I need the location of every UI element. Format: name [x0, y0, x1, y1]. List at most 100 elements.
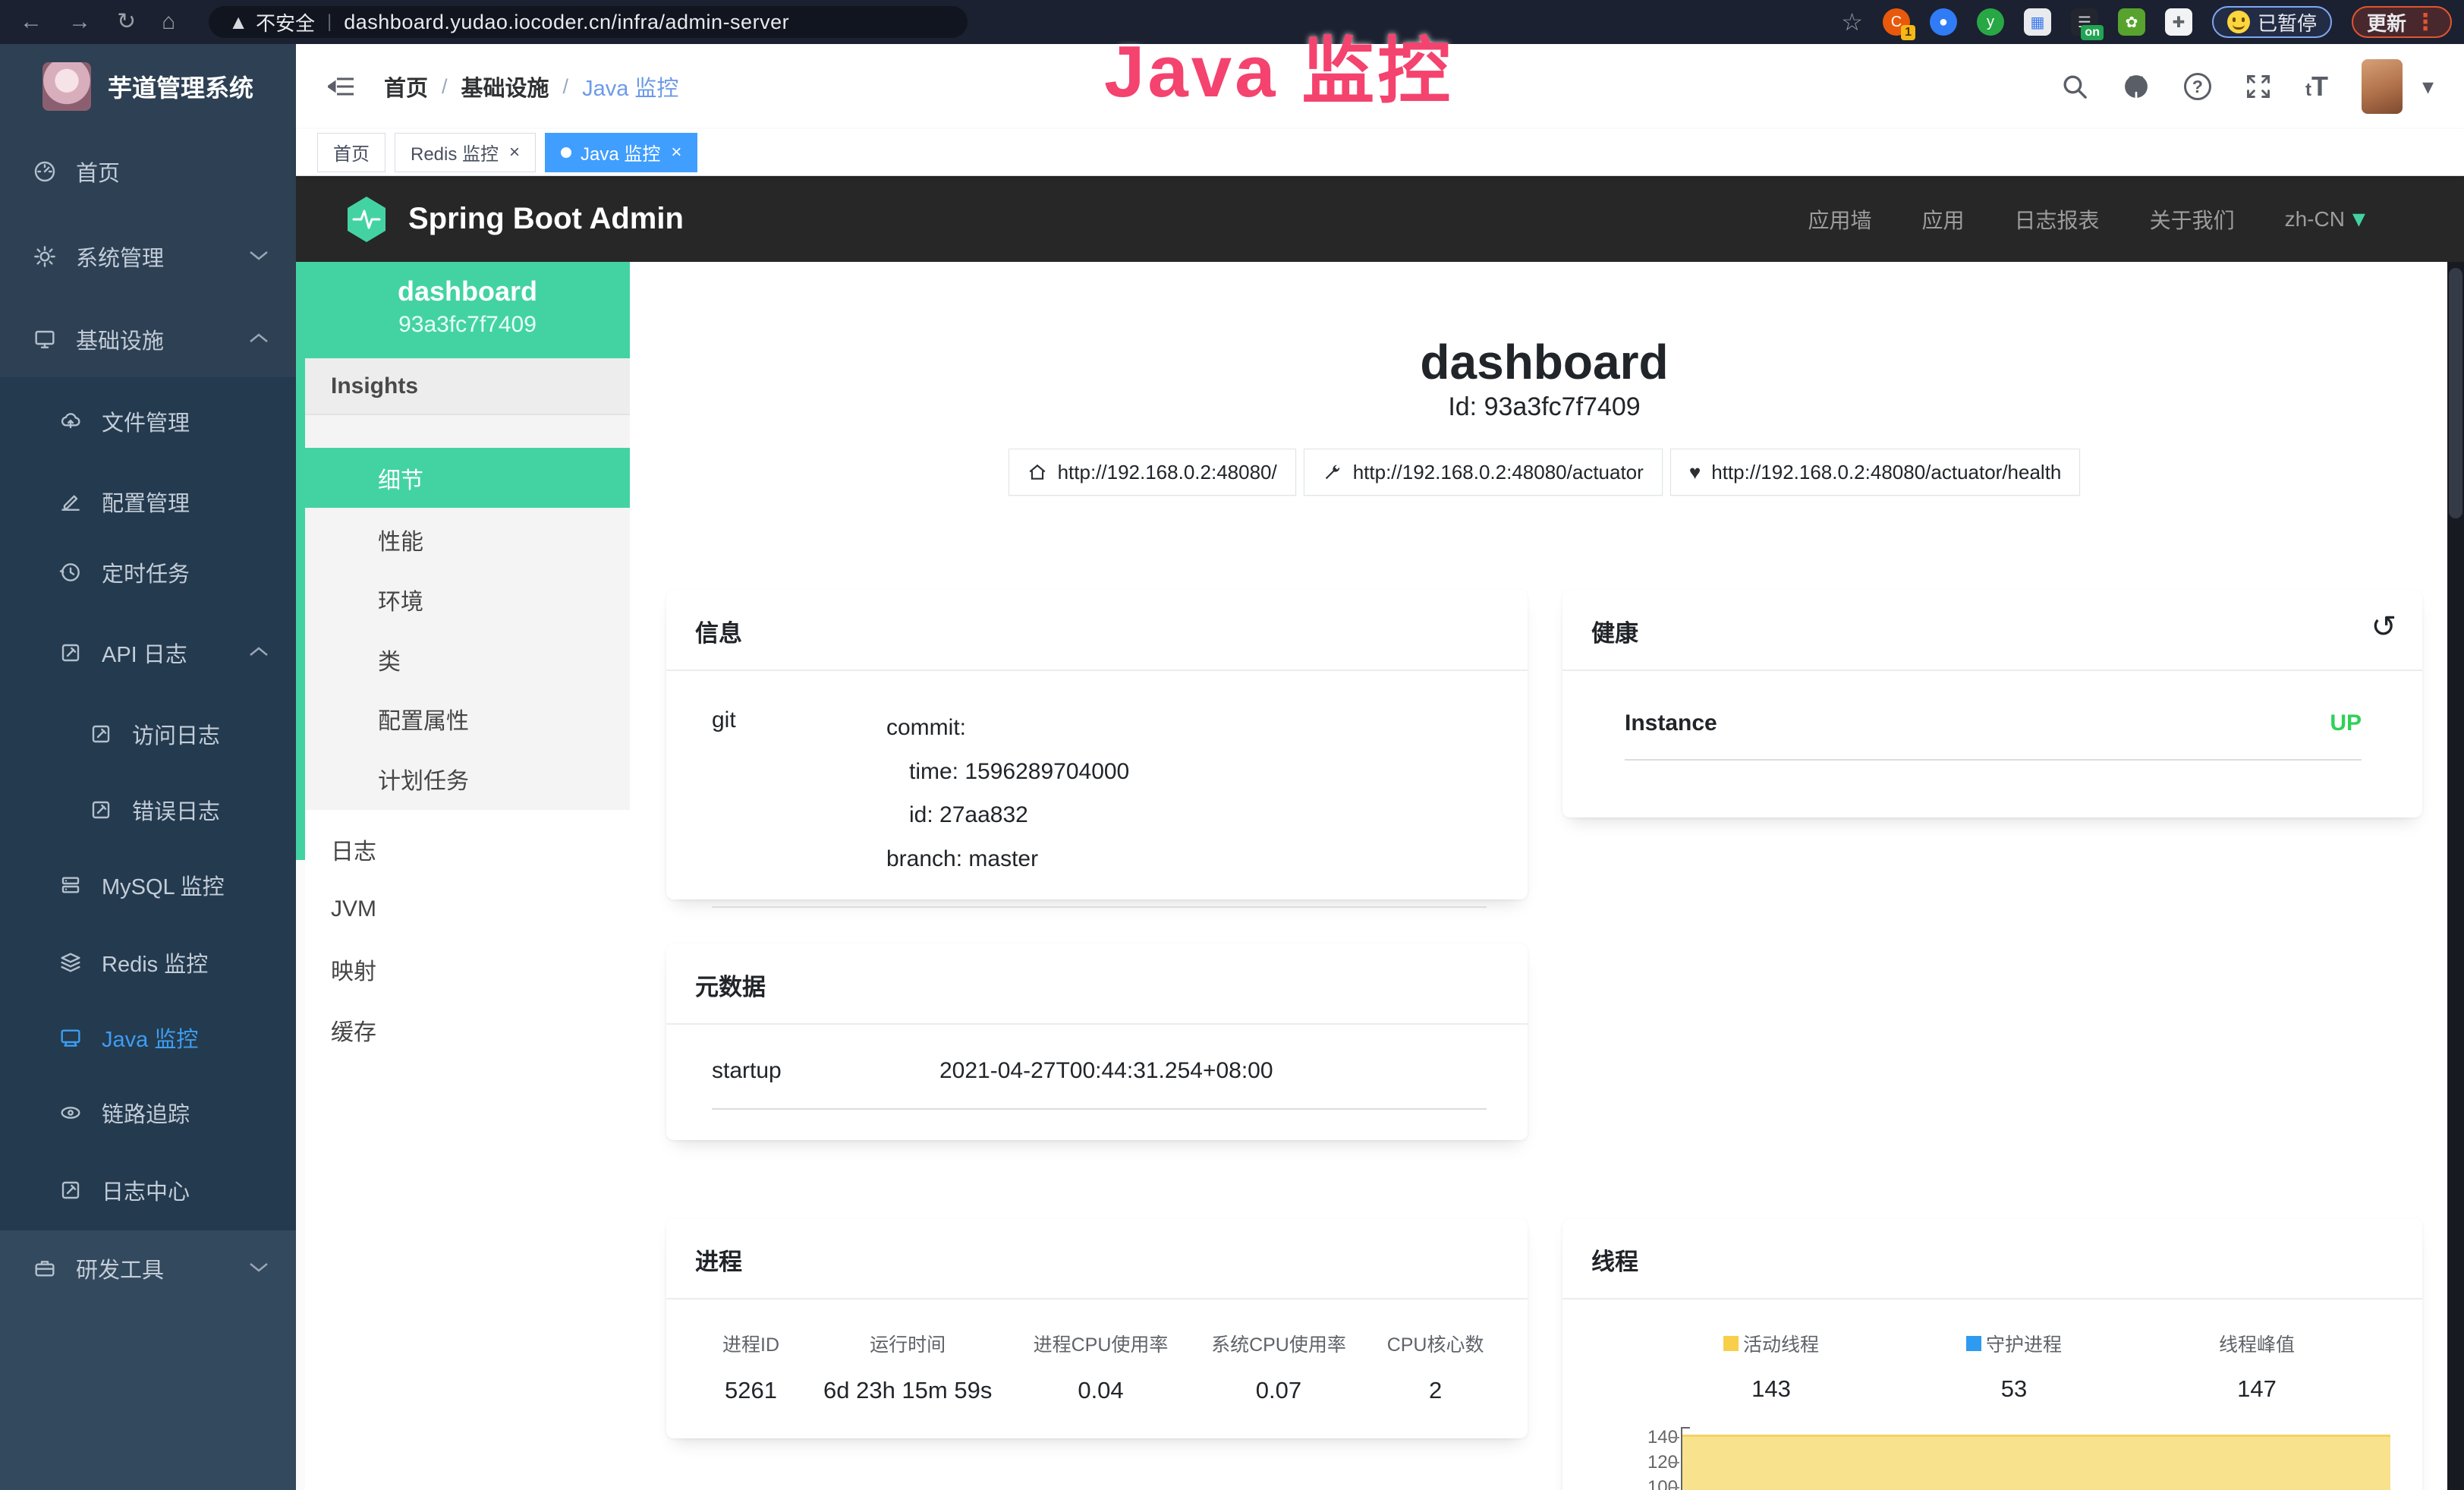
extension-y-icon[interactable]: y — [1977, 8, 2004, 36]
sidebar-item-access-logs[interactable]: 访问日志 — [0, 710, 296, 758]
sba-locale-select[interactable]: zh-CN ▾ — [2285, 207, 2365, 232]
sba-menu-details[interactable]: 细节 — [305, 448, 630, 508]
chrome-update-button[interactable]: 更新 ⋮ — [2352, 6, 2452, 38]
github-icon[interactable] — [2122, 72, 2151, 101]
info-card-title: 信息 — [666, 590, 1528, 671]
extension-leaf-icon[interactable]: ✿ — [2118, 8, 2145, 36]
app-logo-row[interactable]: 芋道管理系统 — [42, 62, 253, 111]
history-icon[interactable]: ↺ — [2371, 610, 2396, 644]
process-card-title: 进程 — [666, 1218, 1528, 1299]
sba-menu-config-props[interactable]: 配置属性 — [305, 688, 630, 748]
sidebar-item-infrastructure[interactable]: 基础设施 — [0, 315, 296, 364]
sidebar-item-label: 首页 — [76, 156, 120, 187]
process-col-cpus: CPU核心数 2 — [1366, 1330, 1505, 1404]
sidebar-item-tracing[interactable]: 链路追踪 — [0, 1088, 296, 1137]
process-value: 6d 23h 15m 59s — [805, 1377, 1010, 1404]
chevron-down-icon — [249, 1261, 269, 1273]
legend-label: 守护进程 — [1986, 1330, 2062, 1357]
reload-icon[interactable]: ↻ — [117, 11, 136, 33]
close-icon[interactable]: × — [509, 142, 520, 163]
threads-card: 线程 活动线程 143 守护进程 53 — [1562, 1218, 2422, 1490]
back-icon[interactable]: ← — [20, 11, 42, 33]
service-url-chip[interactable]: http://192.168.0.2:48080/ — [1009, 449, 1296, 496]
sidebar-item-log-center[interactable]: 日志中心 — [0, 1166, 296, 1214]
sba-nav-wallboard[interactable]: 应用墙 — [1808, 204, 1872, 235]
app-logo — [42, 62, 91, 111]
extension-badge: 1 — [1901, 25, 1915, 40]
sidebar-item-redis-monitor[interactable]: Redis 监控 — [0, 938, 296, 987]
tab-home[interactable]: 首页 — [317, 133, 385, 172]
sidebar-item-config-management[interactable]: 配置管理 — [0, 477, 296, 526]
dashboard-icon — [32, 159, 58, 184]
sidebar-item-error-logs[interactable]: 错误日志 — [0, 786, 296, 834]
forward-icon[interactable]: → — [68, 11, 91, 33]
sba-menu-scheduled-tasks[interactable]: 计划任务 — [305, 748, 630, 808]
sba-menu-logging[interactable]: 日志 — [305, 819, 630, 879]
home-icon[interactable]: ⌂ — [162, 11, 175, 33]
extension-grid-icon[interactable]: ▦ — [2024, 8, 2051, 36]
sidebar-item-label: 错误日志 — [132, 794, 220, 826]
sba-navbar: Spring Boot Admin 应用墙 应用 日志报表 关于我们 zh-CN… — [296, 176, 2464, 262]
cloud-upload-icon — [58, 409, 83, 433]
sidebar-item-system[interactable]: 系统管理 — [0, 232, 296, 281]
breadcrumb-home[interactable]: 首页 — [384, 71, 428, 102]
security-label[interactable]: 不安全 — [256, 8, 315, 36]
sidebar-item-mysql-monitor[interactable]: MySQL 监控 — [0, 861, 296, 909]
fullscreen-icon[interactable] — [2245, 73, 2272, 100]
process-card: 进程 进程ID 5261 运行时间 6d 23h 15m 59s 进程CPU使用… — [666, 1218, 1528, 1438]
process-header: 进程ID — [697, 1330, 805, 1357]
sba-brand-title[interactable]: Spring Boot Admin — [408, 202, 684, 236]
instance-header[interactable]: dashboard 93a3fc7f7409 — [305, 262, 630, 358]
sba-nav-about[interactable]: 关于我们 — [2150, 204, 2235, 235]
close-icon[interactable]: × — [671, 142, 681, 163]
browser-extensions-area: ☆ C 1 ● y ▦ ☰ on ✿ ✚ 已暂停 更新 ⋮ — [1841, 0, 2452, 44]
page-url[interactable]: dashboard.yudao.iocoder.cn/infra/admin-s… — [344, 11, 789, 34]
layers-icon — [58, 950, 83, 975]
bookmark-star-icon[interactable]: ☆ — [1841, 10, 1863, 34]
tab-redis-monitor[interactable]: Redis 监控 × — [395, 133, 536, 172]
sba-nav-journal[interactable]: 日志报表 — [2015, 204, 2100, 235]
status-badge: UP — [2330, 710, 2362, 736]
breadcrumb-infrastructure[interactable]: 基础设施 — [461, 71, 549, 102]
sidebar-item-home[interactable]: 首页 — [0, 147, 296, 196]
sidebar-item-api-logs[interactable]: API 日志 — [0, 628, 296, 677]
tab-java-monitor[interactable]: Java 监控 × — [545, 133, 697, 172]
profile-paused-button[interactable]: 已暂停 — [2212, 6, 2332, 38]
service-url: http://192.168.0.2:48080/ — [1058, 461, 1277, 484]
browser-menu-icon[interactable]: ⋮ — [2414, 9, 2437, 36]
address-bar[interactable]: ▲ 不安全 | dashboard.yudao.iocoder.cn/infra… — [209, 6, 968, 38]
sba-menu-metrics[interactable]: 性能 — [305, 509, 630, 569]
health-url-chip[interactable]: ♥ http://192.168.0.2:48080/actuator/heal… — [1670, 449, 2081, 496]
sidebar-item-dev-tools[interactable]: 研发工具 — [0, 1244, 296, 1293]
search-icon[interactable] — [2061, 73, 2088, 100]
sidebar-item-file-management[interactable]: 文件管理 — [0, 397, 296, 446]
info-value-block: commit: time: 1596289704000 id: 27aa832 … — [886, 706, 1129, 880]
actuator-url-chip[interactable]: http://192.168.0.2:48080/actuator — [1304, 449, 1663, 496]
extension-switch-icon[interactable]: ☰ on — [2071, 8, 2098, 36]
extensions-puzzle-icon[interactable]: ✚ — [2165, 8, 2192, 36]
sba-menu-jvm[interactable]: JVM — [305, 879, 630, 939]
sba-menu-classes[interactable]: 类 — [305, 629, 630, 689]
help-icon[interactable]: ? — [2184, 73, 2211, 100]
sba-menu-mappings[interactable]: 映射 — [305, 939, 630, 999]
sidebar-item-scheduled-jobs[interactable]: 定时任务 — [0, 548, 296, 597]
extension-pin-icon[interactable]: ● — [1930, 8, 1957, 36]
sidebar-item-java-monitor[interactable]: Java 监控 — [0, 1013, 296, 1062]
eye-icon — [58, 1101, 83, 1125]
sba-nav-applications[interactable]: 应用 — [1922, 204, 1965, 235]
user-avatar[interactable] — [2362, 59, 2403, 114]
avatar-caret-icon[interactable]: ▾ — [2422, 74, 2434, 100]
java-monitor-icon — [58, 1025, 83, 1050]
page-scrollbar-thumb[interactable] — [2449, 268, 2462, 518]
threads-legend: 活动线程 143 守护进程 53 线程峰值 — [1562, 1299, 2422, 1403]
edit-square-icon — [58, 1178, 83, 1202]
sidebar-scrollbar-green[interactable] — [296, 262, 305, 860]
sba-menu-environment[interactable]: 环境 — [305, 569, 630, 629]
sba-menu-caches[interactable]: 缓存 — [305, 1000, 630, 1060]
sidebar-fold-icon[interactable] — [328, 74, 357, 99]
extension-colorzilla-icon[interactable]: C 1 — [1883, 8, 1910, 36]
health-instance-row[interactable]: Instance UP — [1625, 710, 2362, 761]
y-tickmark — [1669, 1487, 1679, 1488]
font-size-icon[interactable]: tT — [2305, 71, 2328, 102]
health-card: 健康 ↺ Instance UP — [1562, 590, 2422, 817]
